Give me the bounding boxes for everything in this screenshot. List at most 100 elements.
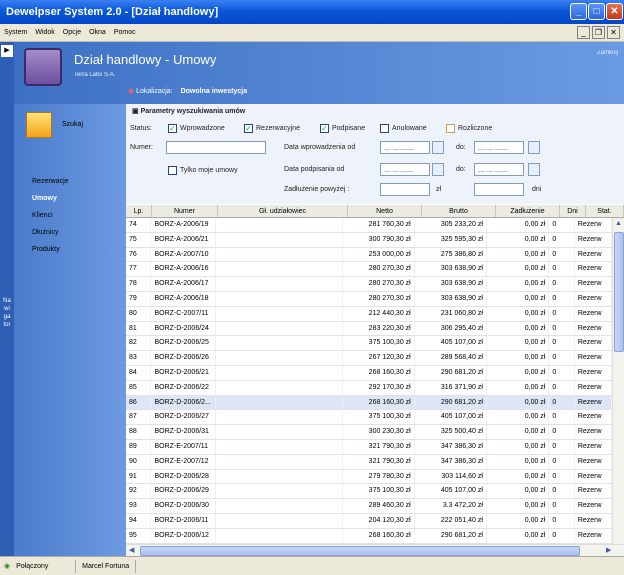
status-reservation-checkbox[interactable]: ✓	[244, 124, 253, 133]
col-net[interactable]: Netto	[348, 205, 422, 217]
table-row[interactable]: 88 BORZ-D-2006/31 300 230,30 zł 325 500,40 …	[126, 425, 612, 440]
maximize-button[interactable]: □	[588, 3, 605, 20]
col-lp[interactable]: Lp.	[126, 205, 152, 217]
table-row[interactable]: 91 BORZ-D-2006/28 279 780,30 zł 303 114,60 …	[126, 469, 612, 485]
table-row[interactable]: 86 BORZ-D-2006/2... 268 160,30 zł 290 681,2…	[126, 395, 612, 411]
table-row[interactable]: 80 BORZ-C-2007/11 212 440,30 zł 231 060,80 …	[126, 306, 612, 322]
cell-netto: 375 100,30 zł	[343, 336, 415, 351]
mdi-minimize-button[interactable]: _	[577, 26, 590, 39]
debt-input[interactable]	[380, 183, 430, 196]
vertical-scroll-thumb[interactable]	[614, 232, 624, 352]
table-row[interactable]: 82 BORZ-D-2006/25 375 100,30 zł 405 107,00 …	[126, 336, 612, 352]
cell-brutto: 303 638,90 zł	[415, 262, 487, 277]
table-row[interactable]: 89 BORZ-E-2007/11 321 790,30 zł 347 386,30 …	[126, 439, 612, 455]
scroll-up-icon[interactable]: ▲	[615, 220, 622, 227]
table-row[interactable]: 85 BORZ-D-2006/22 292 170,30 zł 316 371,90 …	[126, 380, 612, 396]
only-mine-checkbox[interactable]	[168, 166, 177, 175]
location-value[interactable]: Dowolna inwestycja	[181, 88, 248, 95]
status-signed-checkbox[interactable]: ✓	[320, 124, 329, 133]
cell-dni: 0	[549, 365, 575, 380]
horizontal-scrollbar[interactable]: ◀ ▶	[126, 544, 624, 556]
status-cancelled-checkbox[interactable]	[380, 124, 389, 133]
col-status[interactable]: Stat.	[586, 205, 624, 217]
cell-zad: 0,00 zł	[487, 528, 550, 543]
vertical-scrollbar[interactable]: ▲	[612, 218, 624, 544]
page-title: Dział handlowy - Umowy	[74, 52, 217, 67]
table-row[interactable]: 83 BORZ-D-2006/26 267 120,30 zł 289 568,40 …	[126, 351, 612, 366]
table-row[interactable]: 90 BORZ-E-2007/12 321 790,30 zł 347 386,30 …	[126, 454, 612, 470]
table-row[interactable]: 93 BORZ-D-2006/30 289 460,30 zł 3.3 472,20 …	[126, 499, 612, 514]
mdi-close-button[interactable]: ✕	[607, 26, 620, 39]
table-row[interactable]: 84 BORZ-D-2006/21 268 160,30 zł 290 681,20 …	[126, 365, 612, 381]
side-nav-products[interactable]: Produkty	[32, 246, 69, 253]
cell-num: BORZ-D-2006/25	[151, 336, 216, 351]
header-corner-link[interactable]: Zamknij	[597, 50, 618, 56]
mdi-restore-button[interactable]: ❐	[592, 26, 605, 39]
cell-dni: 0	[549, 484, 575, 499]
cell-name	[216, 247, 343, 262]
horizontal-scroll-thumb[interactable]	[140, 546, 580, 556]
minimize-button[interactable]: _	[570, 3, 587, 20]
cell-netto: 279 780,30 zł	[343, 469, 415, 484]
cell-lp: 87	[126, 410, 152, 425]
table-row[interactable]: 87 BORZ-D-2006/27 375 100,30 zł 405 107,00 …	[126, 410, 612, 426]
table-row[interactable]: 76 BORZ-A-2007/10 253 000,00 zł 275 386,80 …	[126, 247, 612, 263]
number-input[interactable]	[166, 141, 266, 154]
col-days[interactable]: Dni	[560, 205, 586, 217]
date-entered-to-input[interactable]: __ __ ____	[474, 141, 524, 154]
table-row[interactable]: 78 BORZ-A-2006/17 280 270,30 zł 303 638,90 …	[126, 277, 612, 292]
calendar-icon[interactable]	[432, 163, 444, 176]
col-gross[interactable]: Brutto	[422, 205, 496, 217]
side-nav-reservations[interactable]: Rezerwacje	[32, 178, 69, 185]
cell-dni: 0	[549, 439, 575, 454]
calendar-icon[interactable]	[528, 141, 540, 154]
table-row[interactable]: 81 BORZ-D-2006/24 283 220,30 zł 306 295,40 …	[126, 321, 612, 337]
close-button[interactable]: ✕	[606, 3, 623, 20]
side-nav-clients[interactable]: Klienci	[32, 212, 69, 219]
menu-help[interactable]: Pomoc	[114, 29, 136, 36]
cell-brutto: 303 114,60 zł	[415, 469, 487, 484]
menu-system[interactable]: System	[4, 29, 27, 36]
cell-name	[216, 218, 343, 232]
table-row[interactable]: 95 BORZ-D-2006/12 268 160,30 zł 290 681,20 …	[126, 528, 612, 544]
cell-zad: 0,00 zł	[487, 439, 550, 454]
search-button[interactable]: Szukaj	[26, 112, 83, 138]
scroll-right-icon[interactable]: ▶	[606, 546, 611, 554]
side-nav-debtors[interactable]: Dłużnicy	[32, 229, 69, 236]
table-row[interactable]: 74 BORZ-A-2006/19 281 760,30 zł 305 233,20 …	[126, 218, 612, 233]
table-row[interactable]: 77 BORZ-A-2006/16 280 270,30 zł 303 638,90 …	[126, 262, 612, 278]
cell-zad: 0,00 zł	[487, 365, 550, 380]
cell-name	[216, 365, 343, 380]
status-entered-checkbox[interactable]: ✓	[168, 124, 177, 133]
cell-zad: 0,00 zł	[487, 425, 550, 439]
table-row[interactable]: 79 BORZ-A-2006/18 280 270,30 zł 303 638,90 …	[126, 291, 612, 307]
menu-windows[interactable]: Okna	[89, 29, 106, 36]
cell-lp: 89	[126, 439, 152, 454]
menu-view[interactable]: Widok	[35, 29, 54, 36]
cell-dni: 0	[549, 247, 575, 262]
menu-options[interactable]: Opcje	[63, 29, 81, 36]
location-icon: ◉	[128, 88, 135, 95]
side-nav-contracts[interactable]: Umowy	[32, 195, 69, 202]
collapse-icon[interactable]: ▣	[132, 108, 139, 115]
cell-netto: 292 170,30 zł	[343, 380, 415, 395]
scroll-left-icon[interactable]: ◀	[129, 546, 134, 554]
date-signed-from-input[interactable]: __ __ ____	[380, 163, 430, 176]
calendar-icon[interactable]	[528, 163, 540, 176]
briefcase-icon	[24, 48, 62, 86]
days-input[interactable]	[474, 183, 524, 196]
status-settled-checkbox[interactable]	[446, 124, 455, 133]
navigator-label[interactable]: Nawigator	[3, 297, 11, 329]
cell-stat: Rezerw	[575, 528, 612, 543]
col-number[interactable]: Numer	[152, 205, 218, 217]
col-shareholder[interactable]: Gł. udziałowiec	[218, 205, 348, 217]
table-row[interactable]: 92 BORZ-D-2006/29 375 100,30 zł 405 107,00 …	[126, 484, 612, 500]
table-row[interactable]: 94 BORZ-D-2006/11 204 120,30 zł 222 051,40 …	[126, 513, 612, 529]
navigator-toggle-button[interactable]: ▶	[1, 45, 13, 57]
date-entered-from-input[interactable]: __ __ ____	[380, 141, 430, 154]
filter-panel: ▣ Parametry wyszukiwania umów Status: ✓ …	[126, 104, 624, 204]
calendar-icon[interactable]	[432, 141, 444, 154]
col-debt[interactable]: Zadłużenie	[496, 205, 560, 217]
date-signed-to-input[interactable]: __ __ ____	[474, 163, 524, 176]
table-row[interactable]: 75 BORZ-A-2006/21 300 790,30 zł 325 595,30 …	[126, 232, 612, 248]
